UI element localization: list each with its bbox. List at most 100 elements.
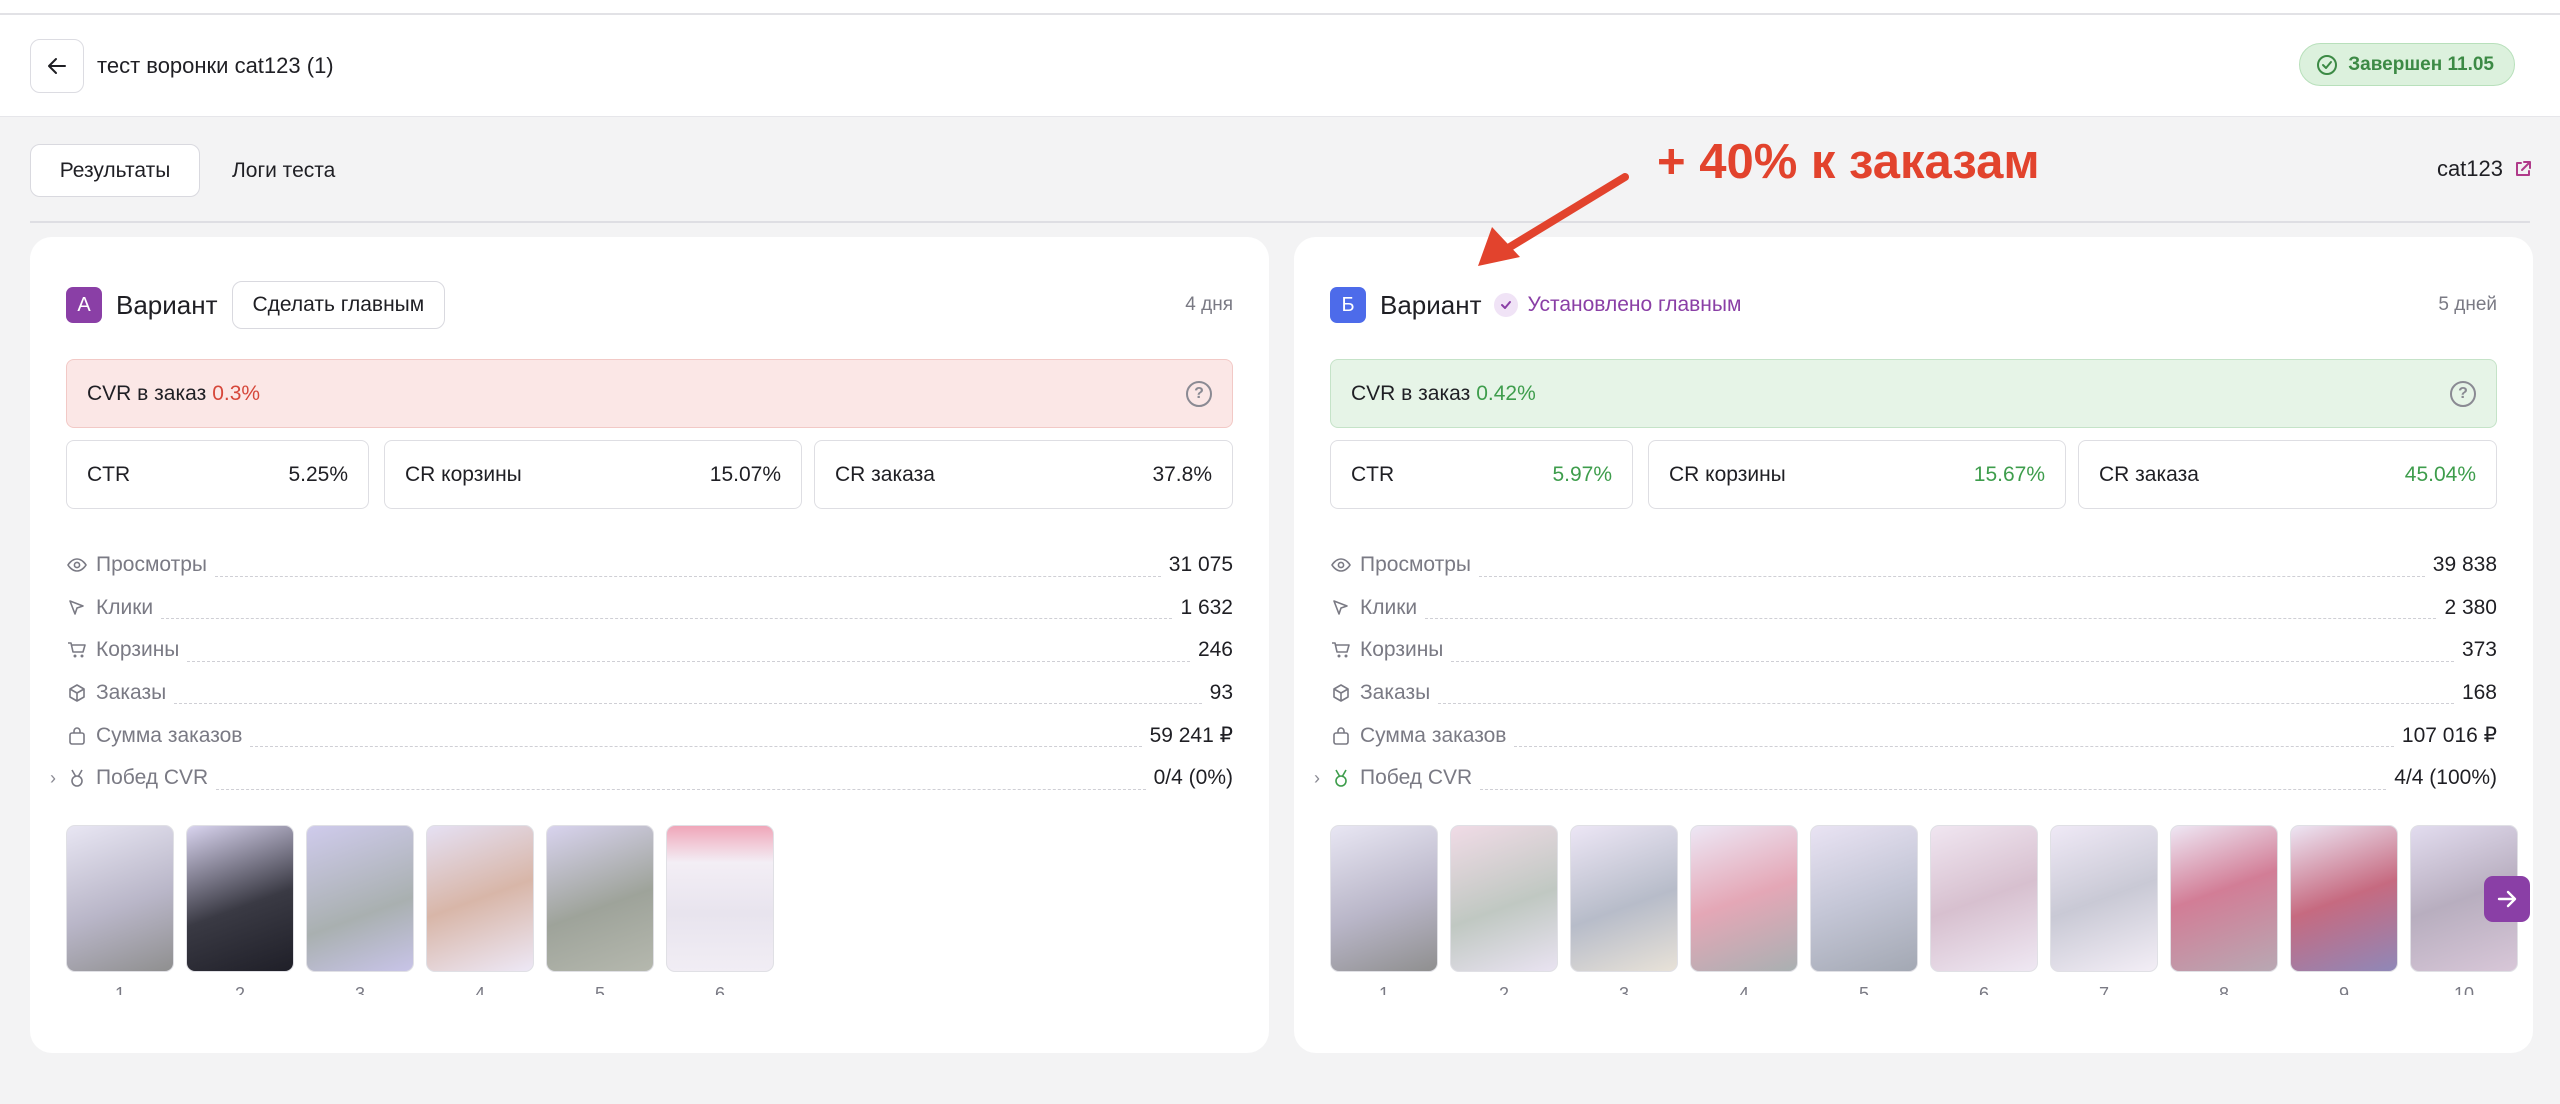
dotted-leader [1479, 575, 2425, 577]
thumbnail-number: 2 [234, 984, 245, 995]
thumbnail-number: 1 [1378, 984, 1389, 995]
annotation-text: + 40% к заказам [1657, 135, 2040, 189]
thumbnail-strip: 1 2 3 4 5 6 [66, 825, 1269, 995]
stat-row-cvr-wins[interactable]: › Побед CVR 4/4 (100%) [1314, 757, 2497, 800]
metric-value: 15.07% [709, 462, 781, 486]
stat-label: Клики [1360, 595, 1418, 619]
check-circle-icon [2317, 54, 2338, 75]
metric-value: 15.67% [1973, 462, 2045, 486]
stat-value: 31 075 [1168, 553, 1233, 577]
thumbnail[interactable]: 5 [1810, 825, 1918, 995]
tab-results[interactable]: Результаты [30, 144, 200, 197]
metric-label: CTR [87, 462, 131, 486]
stat-row-views: Просмотры 39 838 [1330, 544, 2497, 587]
thumbnail-image [186, 825, 294, 972]
stat-label: Побед CVR [96, 766, 209, 790]
cvr-label: CVR в заказ [1351, 381, 1471, 405]
stat-value: 168 [2461, 681, 2497, 705]
arrow-left-icon [48, 58, 66, 74]
thumbnail-image [1570, 825, 1678, 972]
dotted-leader [1425, 618, 2437, 620]
chevron-right-icon[interactable]: › [50, 768, 56, 789]
thumbnail-image [1810, 825, 1918, 972]
metric-cr-cart: CR корзины 15.07% [384, 440, 802, 509]
thumbnail[interactable]: 2 [186, 825, 294, 995]
stats-list: Просмотры 39 838 Клики 2 380 Корзины 373… [1314, 544, 2497, 800]
thumbnail[interactable]: 8 [2170, 825, 2278, 995]
thumbnail-image [546, 825, 654, 972]
dotted-leader [1451, 660, 2454, 662]
thumbnail-number: 4 [1738, 984, 1749, 995]
bag-icon [1330, 725, 1352, 747]
stat-row-clicks: Клики 1 632 [66, 587, 1233, 630]
dotted-leader [250, 745, 1142, 747]
make-main-button[interactable]: Сделать главным [231, 281, 446, 329]
test-duration: 5 дней [2438, 294, 2497, 315]
stats-list: Просмотры 31 075 Клики 1 632 Корзины 246… [50, 544, 1233, 800]
thumbnail-image [306, 825, 414, 972]
thumbnail-image [1450, 825, 1558, 972]
stat-label: Просмотры [96, 553, 207, 577]
thumbnail[interactable]: 1 [66, 825, 174, 995]
dotted-leader [1438, 703, 2454, 705]
dotted-leader [187, 660, 1190, 662]
thumbnail-image [2290, 825, 2398, 972]
cvr-value: 0.3% [212, 381, 261, 405]
thumbnail[interactable]: 3 [1570, 825, 1678, 995]
thumbnail[interactable]: 4 [426, 825, 534, 995]
page-header: тест воронки cat123 (1) Завершен 11.05 [0, 15, 2560, 117]
installed-main-indicator: Установлено главным [1493, 293, 1741, 317]
stat-value: 2 380 [2444, 595, 2497, 619]
stat-row-orders: Заказы 93 [66, 672, 1233, 715]
thumbnail[interactable]: 6 [666, 825, 774, 995]
next-thumbnails-button[interactable] [2484, 876, 2530, 922]
thumbnail[interactable]: 3 [306, 825, 414, 995]
thumbnail-number: 9 [2338, 984, 2349, 995]
tab-logs[interactable]: Логи теста [232, 144, 335, 197]
stat-label: Сумма заказов [1360, 723, 1507, 747]
project-link[interactable]: cat123 [2437, 156, 2533, 182]
dotted-leader [216, 788, 1146, 790]
thumbnail-number: 8 [2218, 984, 2229, 995]
thumbnail[interactable]: 1 [1330, 825, 1438, 995]
thumbnail[interactable]: 9 [2290, 825, 2398, 995]
dotted-leader [1514, 745, 2394, 747]
variant-title: Вариант [1380, 289, 1482, 320]
top-bar [0, 0, 2560, 15]
stat-label: Корзины [96, 638, 180, 662]
thumbnail-image [1930, 825, 2038, 972]
cart-icon [1330, 639, 1352, 661]
dotted-leader [161, 618, 1173, 620]
thumbnail-image [2170, 825, 2278, 972]
stat-label: Клики [96, 595, 154, 619]
test-duration: 4 дня [1185, 294, 1233, 315]
metric-label: CR корзины [1669, 462, 1786, 486]
stat-row-views: Просмотры 31 075 [66, 544, 1233, 587]
box-icon [66, 682, 88, 704]
variant-header: Б Вариант Установлено главным 5 дней [1330, 280, 2497, 330]
chevron-right-icon[interactable]: › [1314, 768, 1320, 789]
stat-row-carts: Корзины 246 [66, 629, 1233, 672]
help-icon[interactable]: ? [2450, 380, 2476, 407]
dotted-leader [1480, 788, 2387, 790]
thumbnail-number: 10 [2453, 984, 2475, 995]
stat-row-cvr-wins[interactable]: › Побед CVR 0/4 (0%) [50, 757, 1233, 800]
stat-value: 373 [2461, 638, 2497, 662]
thumbnail[interactable]: 2 [1450, 825, 1558, 995]
stat-value: 4/4 (100%) [2394, 766, 2497, 790]
thumbnail[interactable]: 4 [1690, 825, 1798, 995]
thumbnail[interactable]: 6 [1930, 825, 2038, 995]
cvr-value: 0.42% [1476, 381, 1536, 405]
thumbnail[interactable]: 5 [546, 825, 654, 995]
annotation-arrow-icon [1478, 173, 1629, 266]
status-text: Завершен 11.05 [2348, 53, 2494, 75]
back-button[interactable] [30, 39, 84, 93]
help-icon[interactable]: ? [1186, 380, 1212, 407]
eye-icon [66, 554, 88, 576]
cvr-summary: CVR в заказ 0.42% ? [1330, 359, 2497, 428]
stat-row-orders: Заказы 168 [1330, 672, 2497, 715]
thumbnail-number: 2 [1498, 984, 1509, 995]
box-icon [1330, 682, 1352, 704]
metric-label: CR корзины [405, 462, 522, 486]
thumbnail[interactable]: 7 [2050, 825, 2158, 995]
